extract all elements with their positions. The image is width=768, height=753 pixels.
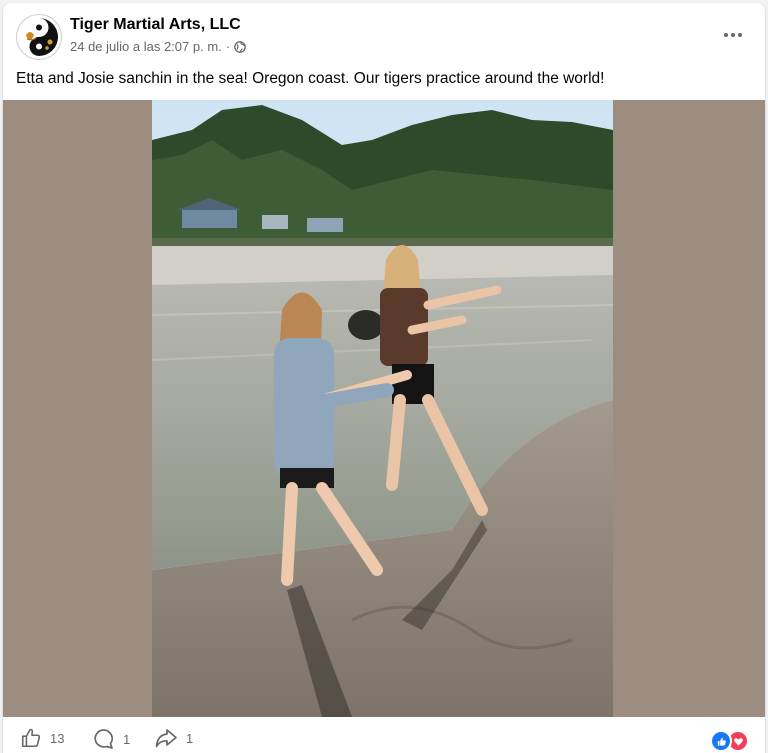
post-caption: Etta and Josie sanchin in the sea! Orego…: [16, 70, 605, 87]
more-options-icon[interactable]: [721, 25, 745, 45]
post-meta: 24 de julio a las 2:07 p. m. ·: [70, 39, 246, 54]
like-count: 13: [50, 730, 65, 746]
like-reaction-icon: [710, 730, 732, 752]
page-name-link[interactable]: Tiger Martial Arts, LLC: [70, 16, 241, 34]
share-button[interactable]: 1: [154, 727, 193, 749]
beach-photo-image: [152, 100, 613, 717]
post-card: Tiger Martial Arts, LLC 24 de julio a la…: [3, 3, 765, 753]
like-button[interactable]: 13: [20, 727, 64, 749]
meta-separator: ·: [225, 39, 231, 54]
like-thumb-icon: [21, 728, 41, 748]
post-timestamp[interactable]: 24 de julio a las 2:07 p. m.: [70, 39, 222, 54]
share-arrow-icon: [155, 729, 177, 748]
yin-yang-logo-icon: [18, 16, 60, 58]
photo-frame: [3, 100, 765, 717]
comment-bubble-icon: [94, 729, 114, 749]
globe-icon[interactable]: [234, 40, 246, 53]
share-count: 1: [186, 730, 194, 746]
comment-count: 1: [123, 731, 131, 747]
reaction-summary[interactable]: [710, 730, 749, 752]
post-photo[interactable]: [152, 100, 613, 717]
comment-button[interactable]: 1: [91, 727, 130, 751]
post-footer: 13 1 1: [3, 717, 765, 753]
page-avatar[interactable]: [16, 14, 62, 60]
post-header: Tiger Martial Arts, LLC 24 de julio a la…: [3, 3, 765, 67]
